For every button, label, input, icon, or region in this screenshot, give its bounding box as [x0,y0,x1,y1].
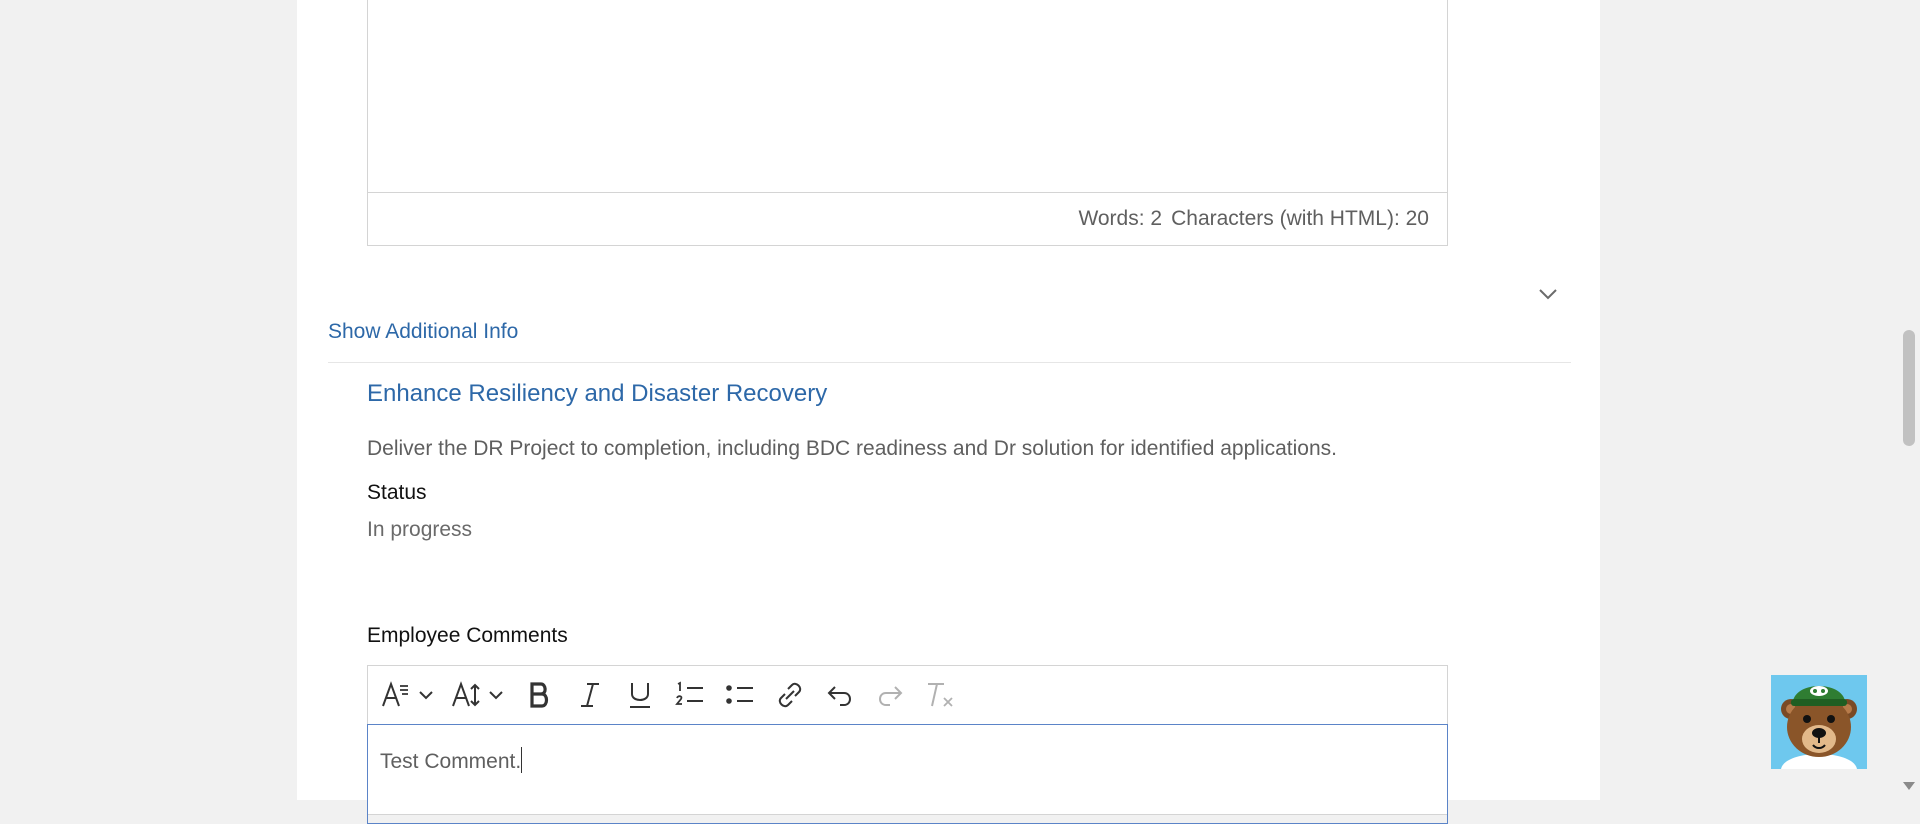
previous-editor-content[interactable] [368,0,1447,193]
comment-text-area[interactable]: Test Comment. [367,724,1448,824]
redo-icon[interactable] [870,675,910,715]
underline-icon[interactable] [620,675,660,715]
editor-word-count-footer: Words: 2 Characters (with HTML): 20 [368,193,1447,245]
numbered-list-icon[interactable] [670,675,710,715]
divider [328,362,1571,363]
scroll-down-arrow-icon[interactable] [1903,782,1915,790]
employee-comments-editor: Test Comment. [367,665,1448,824]
bold-icon[interactable] [520,675,560,715]
previous-rich-text-editor: Words: 2 Characters (with HTML): 20 [367,0,1448,246]
character-count: Characters (with HTML): 20 [1171,207,1429,230]
bulleted-list-icon[interactable] [720,675,760,715]
undo-icon[interactable] [820,675,860,715]
font-size-icon[interactable] [448,675,510,715]
chevron-down-icon[interactable] [1536,282,1560,306]
link-icon[interactable] [770,675,810,715]
employee-comments-label: Employee Comments [367,624,568,647]
status-value: In progress [367,518,473,541]
editor-toolbar [368,666,1447,724]
comment-text: Test Comment. [380,750,522,773]
italic-icon[interactable] [570,675,610,715]
text-caret [521,747,523,773]
word-count: Words: 2 [1078,207,1163,230]
status-label: Status [367,481,427,504]
page-content: Words: 2 Characters (with HTML): 20 Show… [297,0,1600,824]
clear-format-icon[interactable] [920,675,960,715]
bear-mascot-icon[interactable] [1771,675,1867,769]
show-additional-info-link[interactable]: Show Additional Info [328,320,518,344]
goal-description: Deliver the DR Project to completion, in… [367,437,1337,460]
goal-title-link[interactable]: Enhance Resiliency and Disaster Recovery [367,380,827,408]
scrollbar-thumb[interactable] [1903,330,1915,446]
font-style-icon[interactable] [378,675,438,715]
page-scrollbar[interactable] [1898,0,1920,800]
